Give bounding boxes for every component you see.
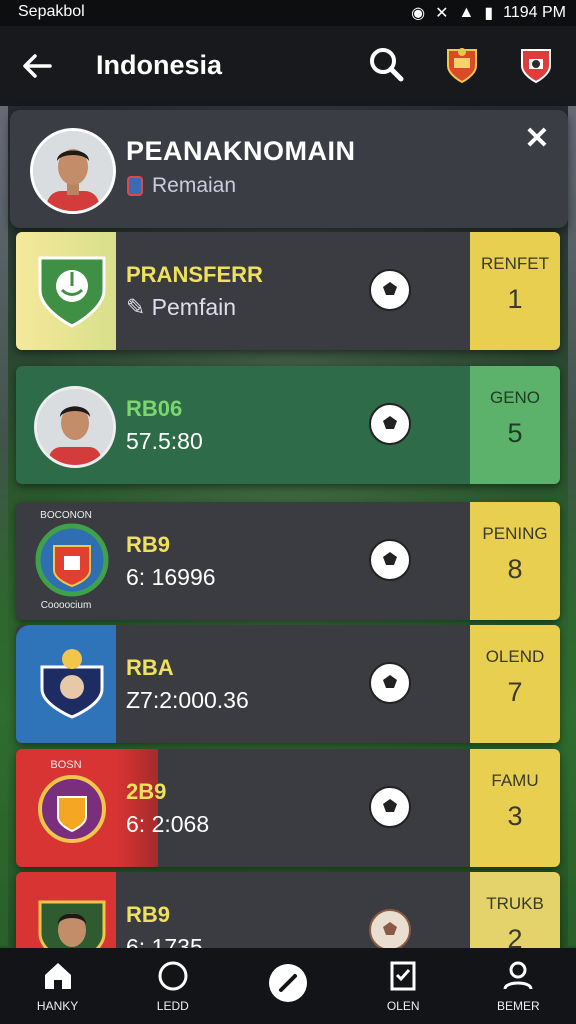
mute-icon: ✕ <box>435 5 449 22</box>
player-portrait-icon <box>33 131 113 211</box>
player-role-row: Remaian <box>126 174 236 198</box>
item-title: 2B9 <box>126 779 167 804</box>
club-crest-icon <box>35 523 109 597</box>
back-button[interactable] <box>20 48 56 84</box>
user-icon <box>503 961 533 990</box>
app-bar: Indonesia <box>0 26 576 106</box>
football-icon <box>369 403 411 445</box>
home-icon <box>44 963 71 989</box>
nav-ledd[interactable]: LEDD <box>123 959 223 1013</box>
item-subtitle: 6: 2:068 <box>126 811 210 837</box>
item-title: RB9 <box>126 902 171 927</box>
rank-panel: OLEND 7 <box>470 625 560 743</box>
club-crest-icon <box>521 49 551 84</box>
tag-icon: ✎ <box>126 294 152 320</box>
bottom-navigation: HANKY LEDD OLEN BEMER <box>0 948 576 1024</box>
edit-icon <box>268 964 307 1002</box>
nav-profile[interactable]: BEMER <box>468 959 568 1013</box>
rank-value: 8 <box>507 554 523 584</box>
list-item[interactable]: PRANSFERR ✎ Pemfain RENFET 1 <box>16 232 560 350</box>
nav-label: BEMER <box>497 999 540 1013</box>
crest-caption: Coooocium <box>40 600 92 611</box>
status-bar: Sepakbol ◉ ✕ ▲ ▮ 1194 PM <box>0 0 576 26</box>
page-title: Indonesia <box>96 50 223 80</box>
nav-home[interactable]: HANKY <box>8 959 108 1013</box>
arrow-left-icon <box>23 54 52 78</box>
player-profile-card: PEANAKNOMAIN Remaian ✕ <box>10 110 568 228</box>
item-title: PRANSFERR <box>126 262 263 287</box>
rank-label: GENO <box>489 388 541 407</box>
list-item[interactable]: RB06 57.5:80 GENO 5 <box>16 366 560 484</box>
circle-icon <box>158 961 188 991</box>
rank-label: FAMU <box>491 771 539 790</box>
stadium-backdrop-right <box>568 106 576 946</box>
carrier-label: Sepakbol <box>18 3 85 20</box>
stadium-backdrop-left <box>0 106 8 946</box>
item-title: RBA <box>126 655 174 680</box>
alarm-icon: ◉ <box>411 5 426 22</box>
bookmark-icon <box>390 961 416 991</box>
rank-value: 3 <box>507 801 523 831</box>
rank-panel: FAMU 3 <box>470 749 560 867</box>
search-button[interactable] <box>364 42 408 86</box>
player-name: PEANAKNOMAIN <box>126 136 356 166</box>
football-icon <box>369 269 411 311</box>
search-icon <box>370 48 404 82</box>
nav-label: LEDD <box>156 999 189 1013</box>
jersey-icon <box>127 176 143 196</box>
clock-time: 1194 PM <box>503 4 566 21</box>
club-crest-icon <box>38 256 106 328</box>
rank-panel: GENO 5 <box>470 366 560 484</box>
item-subtitle: 57.5:80 <box>126 428 203 454</box>
rank-label: TRUKB <box>486 894 544 913</box>
item-title: RB06 <box>126 396 183 421</box>
list-item[interactable]: BOSN 2B9 6: 2:068 FAMU 3 <box>16 749 560 867</box>
football-icon <box>369 539 411 581</box>
football-icon <box>369 786 411 828</box>
club-crest-icon <box>447 48 477 84</box>
close-icon: ✕ <box>524 122 550 155</box>
player-role: Remaian <box>152 174 237 197</box>
player-portrait-icon <box>37 389 113 465</box>
rank-label: PENING <box>482 524 548 543</box>
nav-edit[interactable] <box>238 963 338 1009</box>
close-button[interactable]: ✕ <box>520 122 554 156</box>
list-item[interactable]: RBA Z7:2:000.36 OLEND 7 <box>16 625 560 743</box>
nav-olen[interactable]: OLEN <box>353 959 453 1013</box>
rank-panel: RENFET 1 <box>470 232 560 350</box>
football-icon <box>369 662 411 704</box>
signal-icon: ▮ <box>484 5 494 22</box>
club-crest-button-1[interactable] <box>440 42 484 86</box>
nav-label: OLEN <box>386 999 420 1013</box>
avatar <box>34 386 116 468</box>
item-subtitle: 6: 16996 <box>126 564 216 590</box>
avatar <box>30 128 116 214</box>
rank-panel: PENING 8 <box>470 502 560 620</box>
football-icon <box>369 909 411 951</box>
rank-label: OLEND <box>485 647 545 666</box>
club-crest-button-2[interactable] <box>514 42 558 86</box>
item-title: RB9 <box>126 532 171 557</box>
item-subtitle-text: Pemfain <box>151 294 237 320</box>
item-subtitle: ✎ Pemfain <box>126 294 236 321</box>
rank-label: RENFET <box>481 254 549 273</box>
rank-value: 5 <box>507 418 523 448</box>
wifi-icon: ▲ <box>458 4 475 21</box>
nav-label: HANKY <box>36 999 79 1013</box>
rank-value: 1 <box>507 284 523 314</box>
rank-value: 7 <box>507 677 523 707</box>
club-crest-icon <box>38 775 106 843</box>
club-crest-icon <box>40 649 104 719</box>
item-subtitle: Z7:2:000.36 <box>126 687 249 713</box>
list-item[interactable]: BOCONON Coooocium RB9 6: 16996 PENING 8 <box>16 502 560 620</box>
